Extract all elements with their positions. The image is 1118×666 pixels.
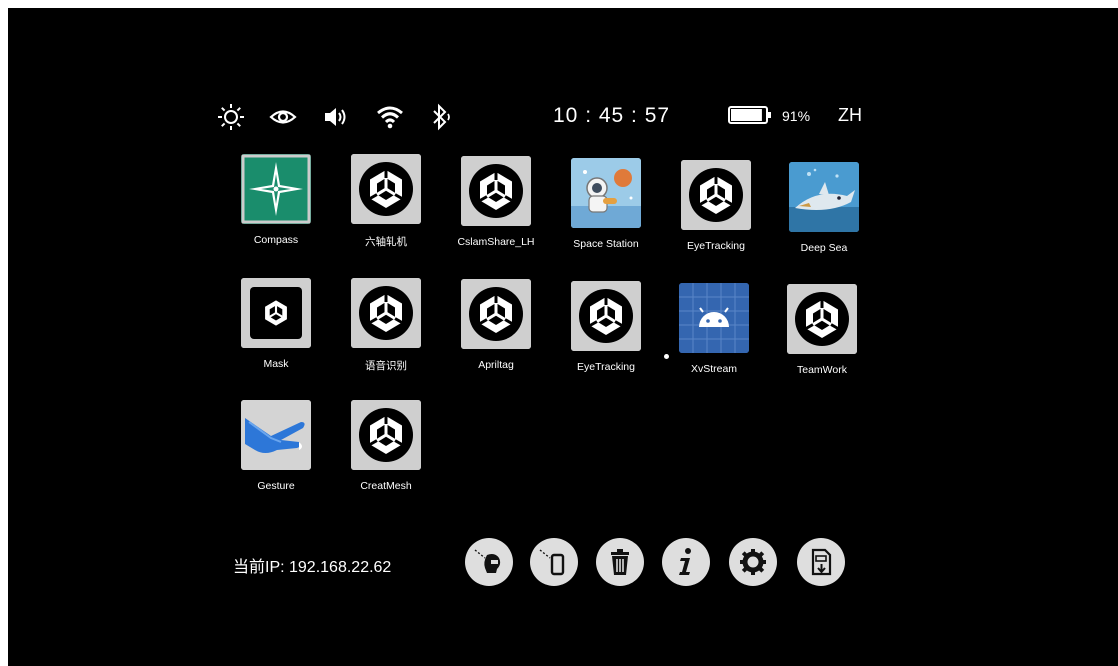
unity-icon	[351, 278, 421, 348]
wifi-icon[interactable]	[375, 102, 405, 132]
ip-address: 当前IP: 192.168.22.62	[233, 559, 392, 576]
unity-icon	[461, 156, 531, 226]
language-toggle[interactable]: ZH	[838, 105, 862, 126]
app-label: EyeTracking	[577, 361, 635, 373]
unity-icon	[787, 284, 857, 354]
app-xvstream[interactable]: XvStream	[659, 283, 769, 393]
app-label: Gesture	[257, 480, 295, 492]
app-label: Mask	[263, 358, 289, 370]
app-label: XvStream	[690, 363, 738, 375]
file-install-icon	[811, 548, 832, 576]
app-label: 六轴轧机	[365, 236, 407, 248]
headset-connect-button[interactable]	[465, 538, 513, 586]
phone-connect-icon	[539, 549, 565, 576]
settings-button[interactable]	[729, 538, 777, 586]
headset-connect-icon	[474, 549, 501, 573]
app-teamwork[interactable]: TeamWork	[767, 284, 877, 394]
info-icon	[679, 548, 691, 575]
trash-icon	[611, 549, 629, 575]
app-gesture[interactable]: Gesture	[221, 400, 331, 510]
app-creatmesh[interactable]: CreatMesh	[331, 400, 441, 510]
app-speech-recognition[interactable]: 语音识别	[331, 278, 441, 388]
app-label: CreatMesh	[360, 480, 412, 492]
app-deep-sea[interactable]: Deep Sea	[769, 162, 879, 272]
app-eyetracking-2[interactable]: EyeTracking	[551, 281, 661, 391]
info-button[interactable]	[662, 538, 710, 586]
unity-icon	[681, 160, 751, 230]
astronaut-icon	[571, 158, 641, 228]
launcher-screen: 10 : 45 : 57 91% ZH Compass 六轴轧机 CslamSh…	[8, 8, 1118, 666]
unity-icon	[571, 281, 641, 351]
app-mask[interactable]: Mask	[221, 278, 331, 388]
settings-icon	[740, 549, 766, 575]
app-space-station[interactable]: Space Station	[551, 158, 661, 268]
install-file-button[interactable]	[797, 538, 845, 586]
app-label: CslamShare_LH	[457, 236, 535, 248]
volume-icon[interactable]	[321, 102, 351, 132]
clock: 10 : 45 : 57	[553, 104, 671, 127]
app-label: Deep Sea	[800, 242, 848, 254]
battery-icon	[728, 106, 771, 124]
app-label: Compass	[253, 234, 299, 246]
focus-cursor	[664, 354, 669, 359]
app-cslamshare[interactable]: CslamShare_LH	[441, 156, 551, 266]
delete-button[interactable]	[596, 538, 644, 586]
hand-icon	[241, 400, 311, 470]
unity-icon	[351, 154, 421, 224]
app-label: Space Station	[573, 238, 639, 250]
compass-icon	[241, 154, 311, 224]
bluetooth-icon[interactable]	[426, 102, 456, 132]
brightness-icon[interactable]	[216, 102, 246, 132]
android-icon	[679, 283, 749, 353]
app-six-axis-mill[interactable]: 六轴轧机	[331, 154, 441, 264]
app-label: EyeTracking	[687, 240, 745, 252]
eye-icon[interactable]	[268, 102, 298, 132]
app-compass[interactable]: Compass	[221, 154, 331, 264]
app-label: 语音识别	[365, 360, 407, 372]
app-label: TeamWork	[797, 364, 847, 376]
shark-icon	[789, 162, 859, 232]
app-eyetracking[interactable]: EyeTracking	[661, 160, 771, 270]
phone-connect-button[interactable]	[530, 538, 578, 586]
battery-percent: 91%	[782, 108, 811, 124]
unity-icon	[351, 400, 421, 470]
unity-icon	[241, 278, 311, 348]
app-apriltag[interactable]: Apriltag	[441, 279, 551, 389]
unity-icon	[461, 279, 531, 349]
app-label: Apriltag	[478, 359, 514, 371]
